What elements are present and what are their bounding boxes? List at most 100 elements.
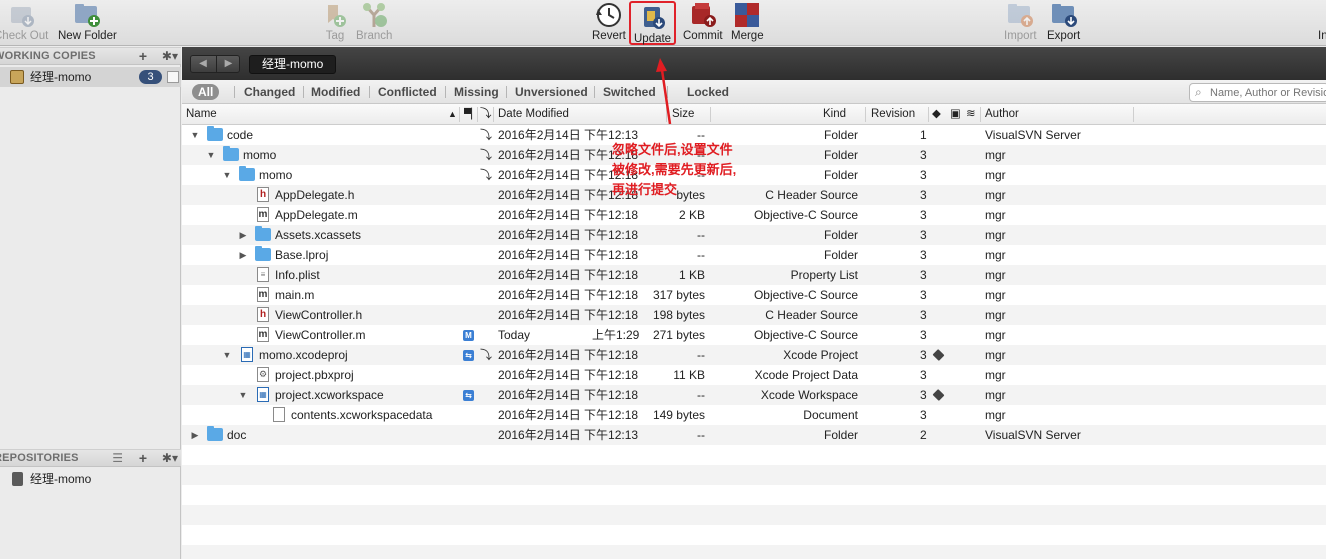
branch-button[interactable]: Branch bbox=[356, 0, 392, 46]
working-copy-checkbox[interactable] bbox=[167, 71, 179, 83]
filter-divider bbox=[667, 86, 668, 98]
update-button[interactable]: Update bbox=[629, 1, 677, 45]
filter-unversioned[interactable]: Unversioned bbox=[515, 84, 588, 100]
search-field[interactable]: ⌕ bbox=[1189, 83, 1326, 102]
table-row[interactable]: m AppDelegate.m 2016年2月14日 下午12:18 2 KB Obje… bbox=[182, 205, 1326, 225]
table-row[interactable]: ⚙ project.pbxproj 2016年2月14日 下午12:18 11 KB X… bbox=[182, 365, 1326, 385]
table-row[interactable]: ▼ ▦ project.xcworkspace ⇆ 2016年2月14日 下午12:18… bbox=[182, 385, 1326, 405]
col-size[interactable]: Size bbox=[672, 104, 694, 125]
disclosure-open-icon[interactable]: ▼ bbox=[205, 145, 217, 165]
info-button[interactable]: In bbox=[1318, 0, 1326, 46]
merge-button[interactable]: Merge bbox=[731, 0, 764, 46]
update-available-icon: ⤵ bbox=[480, 128, 493, 142]
forward-button[interactable]: ▶ bbox=[216, 56, 240, 72]
file-size: -- bbox=[697, 228, 705, 242]
table-row[interactable]: ▶ Base.lproj 2016年2月14日 下午12:18 -- Folder 3 mg… bbox=[182, 245, 1326, 265]
table-row[interactable]: h ViewController.h 2016年2月14日 下午12:18 198 b… bbox=[182, 305, 1326, 325]
lock-column-icon[interactable]: ▣ bbox=[950, 104, 961, 125]
path-tab-current[interactable]: 经理-momo bbox=[249, 55, 337, 74]
repo-gear-menu-icon[interactable]: ✱▾ bbox=[162, 450, 178, 467]
author: mgr bbox=[985, 408, 1006, 422]
folder-icon bbox=[255, 246, 271, 261]
table-row[interactable]: contents.xcworkspacedata 2016年2月14日 下午12:… bbox=[182, 405, 1326, 425]
table-row[interactable]: m main.m 2016年2月14日 下午12:18 317 bytes Object… bbox=[182, 285, 1326, 305]
col-revision[interactable]: Revision bbox=[871, 104, 915, 125]
author: VisualSVN Server bbox=[985, 128, 1081, 142]
add-working-copy-button[interactable]: + bbox=[139, 48, 147, 65]
date-modified: Today bbox=[498, 328, 531, 342]
server-icon bbox=[12, 472, 23, 486]
revision: 3 bbox=[920, 308, 927, 322]
file-kind: C Header Source bbox=[765, 188, 858, 202]
disclosure-closed-icon[interactable]: ▶ bbox=[189, 425, 201, 445]
disclosure-open-icon[interactable]: ▼ bbox=[221, 165, 233, 185]
table-row[interactable]: ▶ doc 2016年2月14日 下午12:13 -- Folder 2 VisualSVN… bbox=[182, 425, 1326, 445]
add-repository-button[interactable]: + bbox=[139, 450, 147, 467]
date-modified: 2016年2月14日 下午12:18 bbox=[498, 348, 639, 362]
tag-icon bbox=[320, 1, 350, 29]
update-column-icon[interactable]: ⤵ bbox=[480, 104, 492, 125]
table-row[interactable]: ▶ Assets.xcassets 2016年2月14日 下午12:18 -- Fold… bbox=[182, 225, 1326, 245]
disclosure-open-icon[interactable]: ▼ bbox=[221, 345, 233, 365]
date-modified: 2016年2月14日 下午12:18 bbox=[498, 368, 639, 382]
col-kind[interactable]: Kind bbox=[823, 104, 846, 125]
revert-button[interactable]: Revert bbox=[592, 0, 626, 46]
file-size: 317 bytes bbox=[652, 288, 705, 302]
project-data-icon: ⚙ bbox=[257, 367, 269, 382]
annotation-line-1: 忽略文件后,设置文件 bbox=[612, 142, 733, 157]
import-button[interactable]: Import bbox=[1004, 0, 1037, 46]
author: VisualSVN Server bbox=[985, 428, 1081, 442]
check-out-button[interactable]: Check Out bbox=[0, 0, 48, 46]
header-file-icon: h bbox=[257, 307, 269, 322]
disclosure-closed-icon[interactable]: ▶ bbox=[237, 245, 249, 265]
export-button[interactable]: Export bbox=[1047, 0, 1080, 46]
table-row[interactable]: ≡ Info.plist 2016年2月14日 下午12:18 1 KB Propert… bbox=[182, 265, 1326, 285]
filter-divider bbox=[506, 86, 507, 98]
path-bar: ◀ ▶ 经理-momo bbox=[182, 47, 1326, 80]
working-copy-item[interactable]: 经理-momo 3 bbox=[0, 67, 181, 87]
revision: 3 bbox=[920, 148, 927, 162]
layers-column-icon[interactable]: ≋ bbox=[966, 104, 976, 125]
back-button[interactable]: ◀ bbox=[191, 56, 215, 72]
date-modified: 2016年2月14日 下午12:13 bbox=[498, 428, 639, 442]
disclosure-closed-icon[interactable]: ▶ bbox=[237, 225, 249, 245]
tag-column-icon[interactable]: ◆ bbox=[932, 104, 941, 125]
file-name: contents.xcworkspacedata bbox=[291, 408, 433, 422]
filter-locked[interactable]: Locked bbox=[687, 84, 729, 100]
file-size: 1 KB bbox=[678, 268, 705, 282]
table-row[interactable]: m ViewController.m M Today 上午1:29 271 bytes Ob… bbox=[182, 325, 1326, 345]
filter-missing[interactable]: Missing bbox=[454, 84, 499, 100]
switched-status-icon: ⇆ bbox=[463, 390, 474, 401]
col-date-modified[interactable]: Date Modified bbox=[498, 104, 569, 125]
col-name[interactable]: Name bbox=[186, 104, 217, 125]
list-icon[interactable]: ☰ bbox=[112, 450, 123, 467]
table-row[interactable]: ▼ ▦ momo.xcodeproj ⇆ ⤵ 2016年2月14日 下午12:18 -- Xc… bbox=[182, 345, 1326, 365]
disclosure-open-icon[interactable]: ▼ bbox=[189, 125, 201, 145]
col-author[interactable]: Author bbox=[985, 104, 1019, 125]
search-input[interactable] bbox=[1210, 85, 1326, 100]
col-divider bbox=[865, 107, 866, 122]
file-kind: Objective-C Source bbox=[753, 328, 858, 342]
filter-changed[interactable]: Changed bbox=[244, 84, 295, 100]
tag-button[interactable]: Tag bbox=[320, 0, 350, 46]
commit-button[interactable]: Commit bbox=[683, 0, 723, 46]
modified-status-icon: M bbox=[463, 330, 474, 341]
sort-ascending-icon[interactable]: ▲ bbox=[448, 104, 457, 125]
file-kind: Folder bbox=[823, 128, 858, 142]
author: mgr bbox=[985, 348, 1006, 362]
filter-modified[interactable]: Modified bbox=[311, 84, 360, 100]
working-copy-label: 经理-momo bbox=[30, 70, 92, 84]
date-modified: 2016年2月14日 下午12:18 bbox=[498, 408, 639, 422]
gear-menu-icon[interactable]: ✱▾ bbox=[162, 48, 178, 65]
update-icon bbox=[638, 4, 668, 32]
repository-item[interactable]: 经理-momo bbox=[0, 469, 181, 489]
disclosure-open-icon[interactable]: ▼ bbox=[237, 385, 249, 405]
import-icon bbox=[1005, 1, 1035, 29]
plist-file-icon: ≡ bbox=[257, 267, 269, 282]
author: mgr bbox=[985, 388, 1006, 402]
filter-all[interactable]: All bbox=[192, 84, 220, 100]
revision: 3 bbox=[920, 208, 927, 222]
filter-conflicted[interactable]: Conflicted bbox=[378, 84, 437, 100]
filter-switched[interactable]: Switched bbox=[603, 84, 656, 100]
new-folder-button[interactable]: New Folder bbox=[58, 0, 117, 46]
